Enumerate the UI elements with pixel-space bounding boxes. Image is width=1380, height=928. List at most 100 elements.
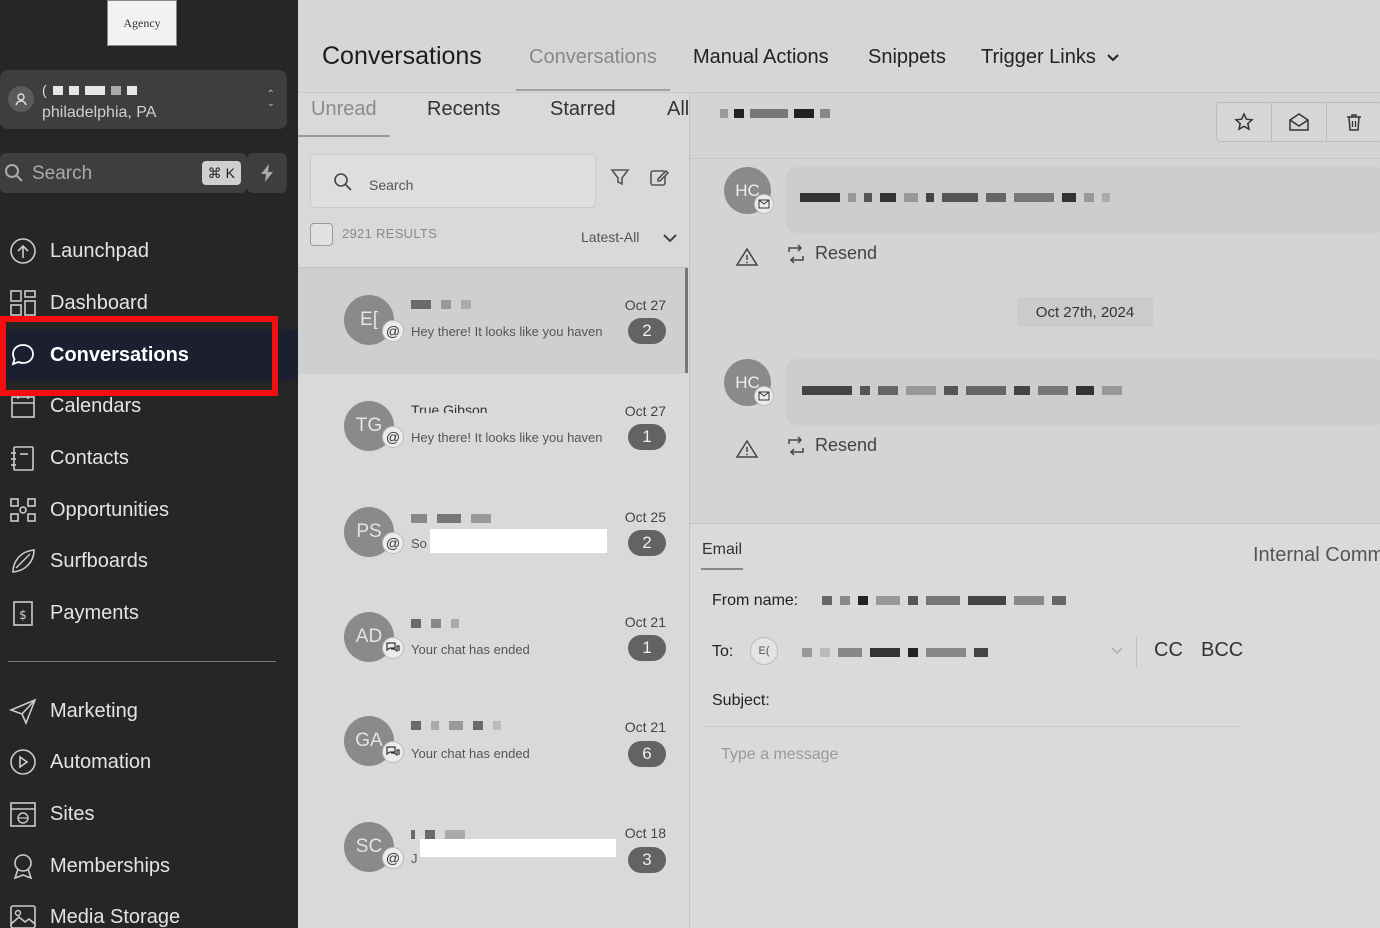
contact-name: True Gibson: [411, 402, 488, 413]
unread-count-badge: 6: [628, 741, 666, 767]
star-button[interactable]: [1217, 103, 1272, 141]
sidebar-item-launchpad[interactable]: Launchpad: [8, 232, 278, 270]
chat-bubble-icon: [11, 344, 34, 366]
sidebar-item-opportunities[interactable]: Opportunities: [8, 491, 278, 529]
bcc-button[interactable]: BCC: [1201, 639, 1243, 662]
sidebar-item-label: Opportunities: [50, 498, 169, 521]
svg-text:$: $: [19, 608, 27, 622]
unread-count-badge: 3: [628, 847, 666, 873]
sidebar-item-conversations[interactable]: Conversations: [8, 336, 278, 374]
contact-name-redacted: [411, 721, 501, 730]
sidebar-item-label: Launchpad: [50, 239, 149, 262]
thread-contact-name-redacted: [720, 109, 830, 118]
sidebar-item-label: Surfboards: [50, 549, 148, 572]
cc-button[interactable]: CC: [1154, 639, 1183, 662]
message-bubble[interactable]: [786, 167, 1380, 233]
subtab-all[interactable]: All: [667, 98, 689, 121]
send-icon: [8, 698, 37, 726]
contact-name-redacted: [411, 830, 465, 839]
conversation-row[interactable]: E[ @ Hey there! It looks like you haven …: [298, 268, 686, 374]
resend-icon: [788, 243, 804, 264]
contact-name-redacted: [411, 300, 471, 309]
email-envelope-icon: [754, 194, 774, 214]
sidebar-item-contacts[interactable]: Contacts: [8, 439, 278, 477]
conversation-row[interactable]: AD Your chat has ended Oct 21 1: [298, 585, 686, 691]
recipient-email-redacted[interactable]: [802, 648, 988, 657]
envelope-open-icon: [1289, 113, 1309, 131]
resend-button[interactable]: Resend: [785, 243, 877, 264]
global-search[interactable]: Search ⌘ K: [0, 153, 247, 193]
sidebar-item-label: Dashboard: [50, 291, 148, 314]
sidebar-item-media-storage[interactable]: Media Storage: [8, 898, 278, 928]
sidebar-item-payments[interactable]: $ Payments: [8, 594, 278, 632]
filter-icon[interactable]: [609, 166, 631, 188]
tab-conversations[interactable]: Conversations: [529, 46, 657, 69]
tab-manual-actions[interactable]: Manual Actions: [693, 46, 829, 69]
email-envelope-icon: [754, 386, 774, 406]
agency-logo[interactable]: Agency: [107, 0, 177, 46]
from-name-value-redacted[interactable]: [822, 596, 1066, 605]
logo-text: Agency: [123, 15, 161, 30]
resend-button[interactable]: Resend: [785, 435, 877, 456]
sidebar-item-marketing[interactable]: Marketing: [8, 692, 278, 730]
contact-name-redacted: [411, 514, 491, 523]
tab-trigger-links[interactable]: Trigger Links: [981, 46, 1120, 69]
conversation-date: Oct 21: [624, 719, 666, 735]
unread-count-badge: 1: [628, 424, 666, 450]
tab-snippets[interactable]: Snippets: [868, 46, 946, 69]
sidebar-item-label: Media Storage: [50, 905, 181, 928]
subtab-unread[interactable]: Unread: [311, 98, 377, 121]
mark-unread-button[interactable]: [1272, 103, 1327, 141]
chevron-down-icon[interactable]: [1110, 646, 1124, 656]
location-switcher[interactable]: ( philadelphia, PA ⌃ ⌄: [0, 70, 287, 129]
sidebar-item-automation[interactable]: Automation: [8, 743, 278, 781]
globe-window-icon: [10, 802, 36, 827]
badge-ribbon-icon: [13, 854, 33, 880]
sidebar-item-label: Memberships: [50, 854, 171, 877]
sidebar-item-dashboard[interactable]: Dashboard: [8, 284, 278, 322]
sidebar-item-label: Calendars: [50, 394, 142, 417]
date-divider: Oct 27th, 2024: [1017, 297, 1153, 327]
sidebar-divider: [8, 661, 276, 662]
message-bubble[interactable]: [786, 359, 1380, 425]
composer-tab-email[interactable]: Email: [702, 541, 742, 559]
surfboard-icon: [12, 549, 35, 573]
sidebar-item-calendars[interactable]: Calendars: [8, 387, 278, 425]
resend-label: Resend: [815, 435, 878, 455]
sidebar-item-label: Conversations: [50, 343, 189, 366]
conversation-row[interactable]: GA Your chat has ended Oct 21 6: [298, 691, 686, 797]
warning-icon: [736, 439, 758, 458]
delete-button[interactable]: [1327, 103, 1380, 141]
command-key-icon: ⌘: [207, 164, 222, 181]
thread-header-divider: [690, 158, 1380, 159]
thread-actions: [1216, 102, 1380, 142]
message-input[interactable]: Type a message: [721, 746, 838, 764]
conversation-row[interactable]: SC @ J Oct 18 3: [298, 797, 686, 903]
unread-count-badge: 2: [628, 530, 666, 556]
sidebar-item-surfboards[interactable]: Surfboards: [8, 542, 278, 580]
conversation-row[interactable]: TG @ True Gibson Hey there! It looks lik…: [298, 374, 686, 480]
chat-bubbles-icon: [382, 741, 404, 763]
subtab-starred[interactable]: Starred: [550, 98, 616, 121]
composer-tab-internal-comment[interactable]: Internal Comm: [1253, 544, 1380, 567]
conversation-row[interactable]: PS @ So Oct 25 2: [298, 480, 686, 586]
sidebar-item-sites[interactable]: Sites: [8, 795, 278, 833]
sidebar-item-label: Automation: [50, 750, 152, 773]
lightning-bolt-icon: [261, 164, 273, 182]
sidebar-item-memberships[interactable]: Memberships: [8, 847, 278, 885]
compose-icon[interactable]: [648, 166, 670, 188]
location-name-redacted: (: [42, 82, 137, 98]
quick-actions-button[interactable]: [247, 153, 287, 193]
sort-dropdown[interactable]: Latest-All: [581, 229, 639, 245]
chevron-down-icon[interactable]: [662, 232, 678, 244]
select-all-checkbox[interactable]: [310, 223, 333, 246]
list-scrollbar[interactable]: [685, 268, 688, 373]
subject-input[interactable]: [702, 726, 1242, 727]
unread-count-badge: 1: [628, 635, 666, 661]
calendar-icon: [11, 394, 35, 418]
conversation-search-input[interactable]: Search: [310, 154, 596, 208]
conversation-thread-panel: HC Resend Oct 27th, 2024 HC Resend Email: [689, 93, 1380, 928]
subtab-recents[interactable]: Recents: [427, 98, 500, 121]
image-icon: [10, 905, 36, 928]
conversation-date: Oct 21: [624, 614, 666, 630]
